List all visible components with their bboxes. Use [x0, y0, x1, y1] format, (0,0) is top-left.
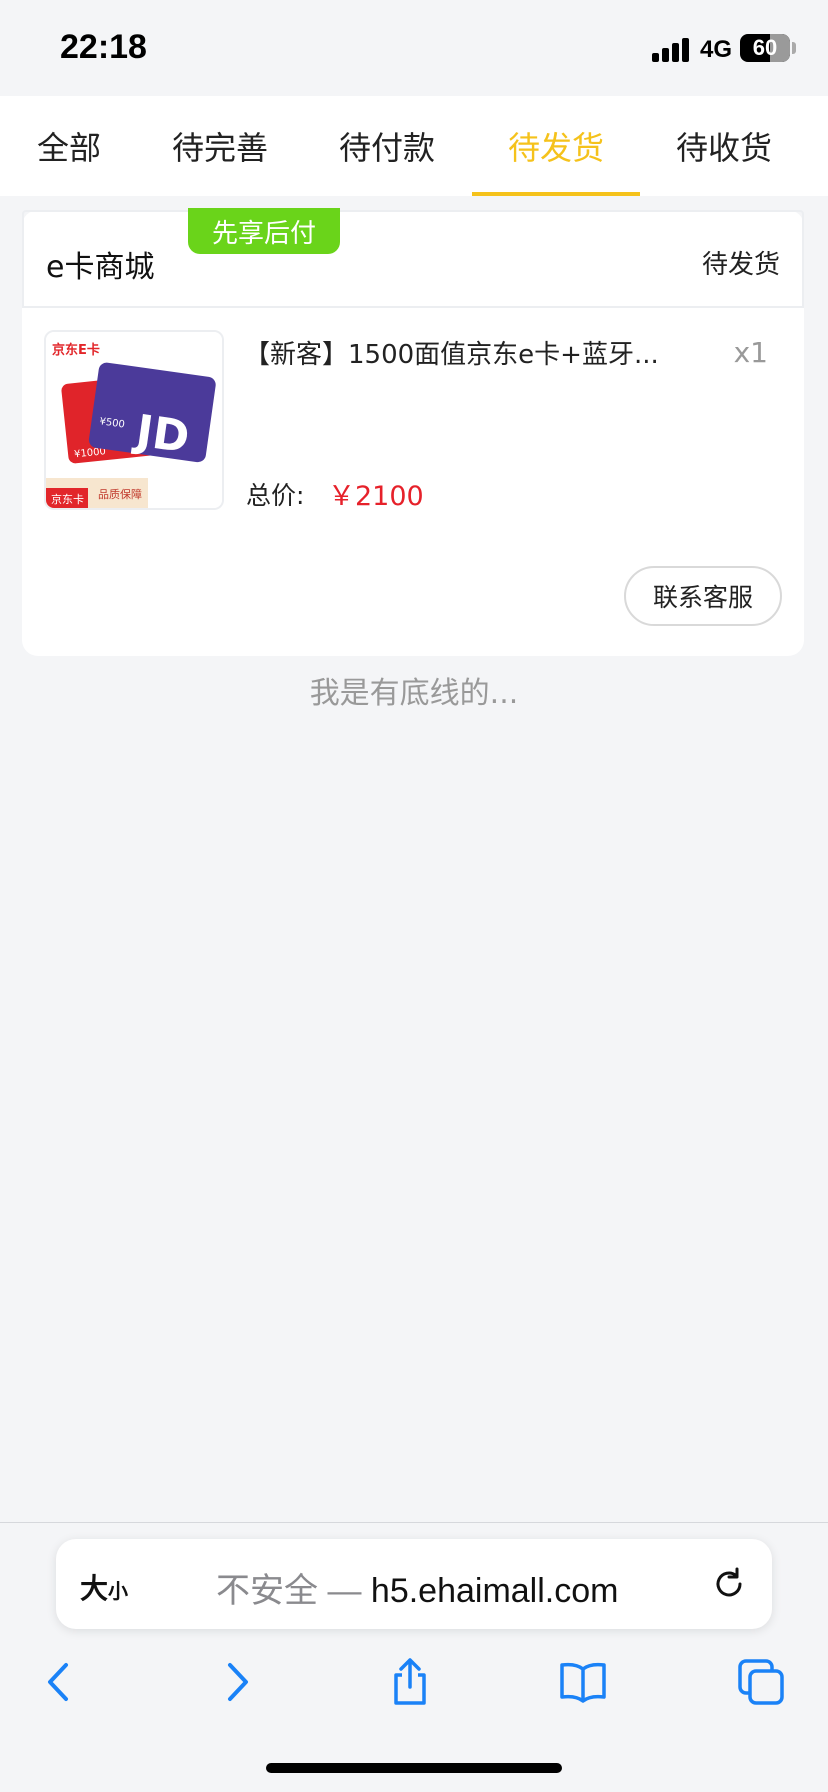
order-status: 待发货 [701, 250, 780, 280]
product-title[interactable]: 【新客】1500面值京东e卡+蓝牙... [244, 334, 659, 371]
thumb-footer-left: 京东卡 [51, 492, 84, 506]
product-thumbnail[interactable]: 京东E卡 ¥1000 ¥500 JD 京东卡 品质保障 [44, 330, 224, 510]
tab-all[interactable]: 全部 [0, 96, 138, 196]
order-tabs: 全部 待完善 待付款 待发货 待收货 [0, 96, 828, 196]
tab-to-receive[interactable]: 待收货 [640, 96, 808, 196]
battery-icon: 60 [740, 34, 790, 62]
battery-percent: 60 [752, 35, 778, 60]
tab-label: 待付款 [338, 129, 435, 167]
home-indicator [266, 1763, 562, 1773]
contact-service-button[interactable]: 联系客服 [624, 566, 782, 626]
address-bar[interactable]: 大小 不安全 — h5.ehaimall.com [56, 1539, 772, 1629]
network-label: 4G [700, 36, 733, 63]
thumb-brand-label: 京东E卡 [52, 342, 100, 358]
book-icon[interactable] [558, 1657, 608, 1707]
thumb-logo: JD [130, 405, 192, 463]
tab-label: 待收货 [675, 129, 772, 167]
signal-icon [652, 36, 692, 62]
pay-later-badge: 先享后付 [188, 208, 340, 254]
end-of-list-text: 我是有底线的... [309, 676, 519, 711]
chevron-right-icon[interactable] [212, 1657, 262, 1707]
status-bar: 22:18 4G 60 [0, 0, 828, 96]
url-domain: h5.ehaimall.com [370, 1572, 619, 1610]
tab-to-ship[interactable]: 待发货 [472, 96, 640, 196]
store-name: e卡商城 [46, 250, 155, 285]
battery-nub [792, 42, 796, 54]
browser-toolbar: 大小 不安全 — h5.ehaimall.com [0, 1522, 828, 1792]
text-size-small: 小 [108, 1579, 129, 1603]
chevron-left-icon[interactable] [34, 1657, 84, 1707]
text-size-button[interactable]: 大小 [80, 1567, 128, 1607]
tab-label: 待完善 [171, 129, 268, 167]
total-price-label: 总价: [246, 481, 305, 510]
order-card[interactable]: e卡商城 待发货 先享后付 京东E卡 ¥1000 ¥500 JD 京东卡 品质保… [22, 208, 804, 656]
reload-icon[interactable] [710, 1565, 748, 1603]
url-text[interactable]: 不安全 — h5.ehaimall.com [216, 1563, 618, 1612]
tab-to-complete[interactable]: 待完善 [138, 96, 302, 196]
tab-label: 全部 [36, 129, 101, 167]
url-insecure-label: 不安全 — [216, 1572, 371, 1610]
status-time: 22:18 [60, 28, 147, 66]
total-price-value: ￥2100 [328, 481, 424, 512]
tab-to-pay[interactable]: 待付款 [302, 96, 472, 196]
tab-label: 待发货 [507, 129, 604, 167]
product-quantity: x1 [733, 336, 768, 369]
store-header: e卡商城 待发货 [22, 210, 804, 308]
text-size-big: 大 [80, 1572, 109, 1605]
share-icon[interactable] [385, 1657, 435, 1707]
tabs-icon[interactable] [736, 1657, 786, 1707]
thumb-footer-right: 品质保障 [98, 487, 142, 501]
